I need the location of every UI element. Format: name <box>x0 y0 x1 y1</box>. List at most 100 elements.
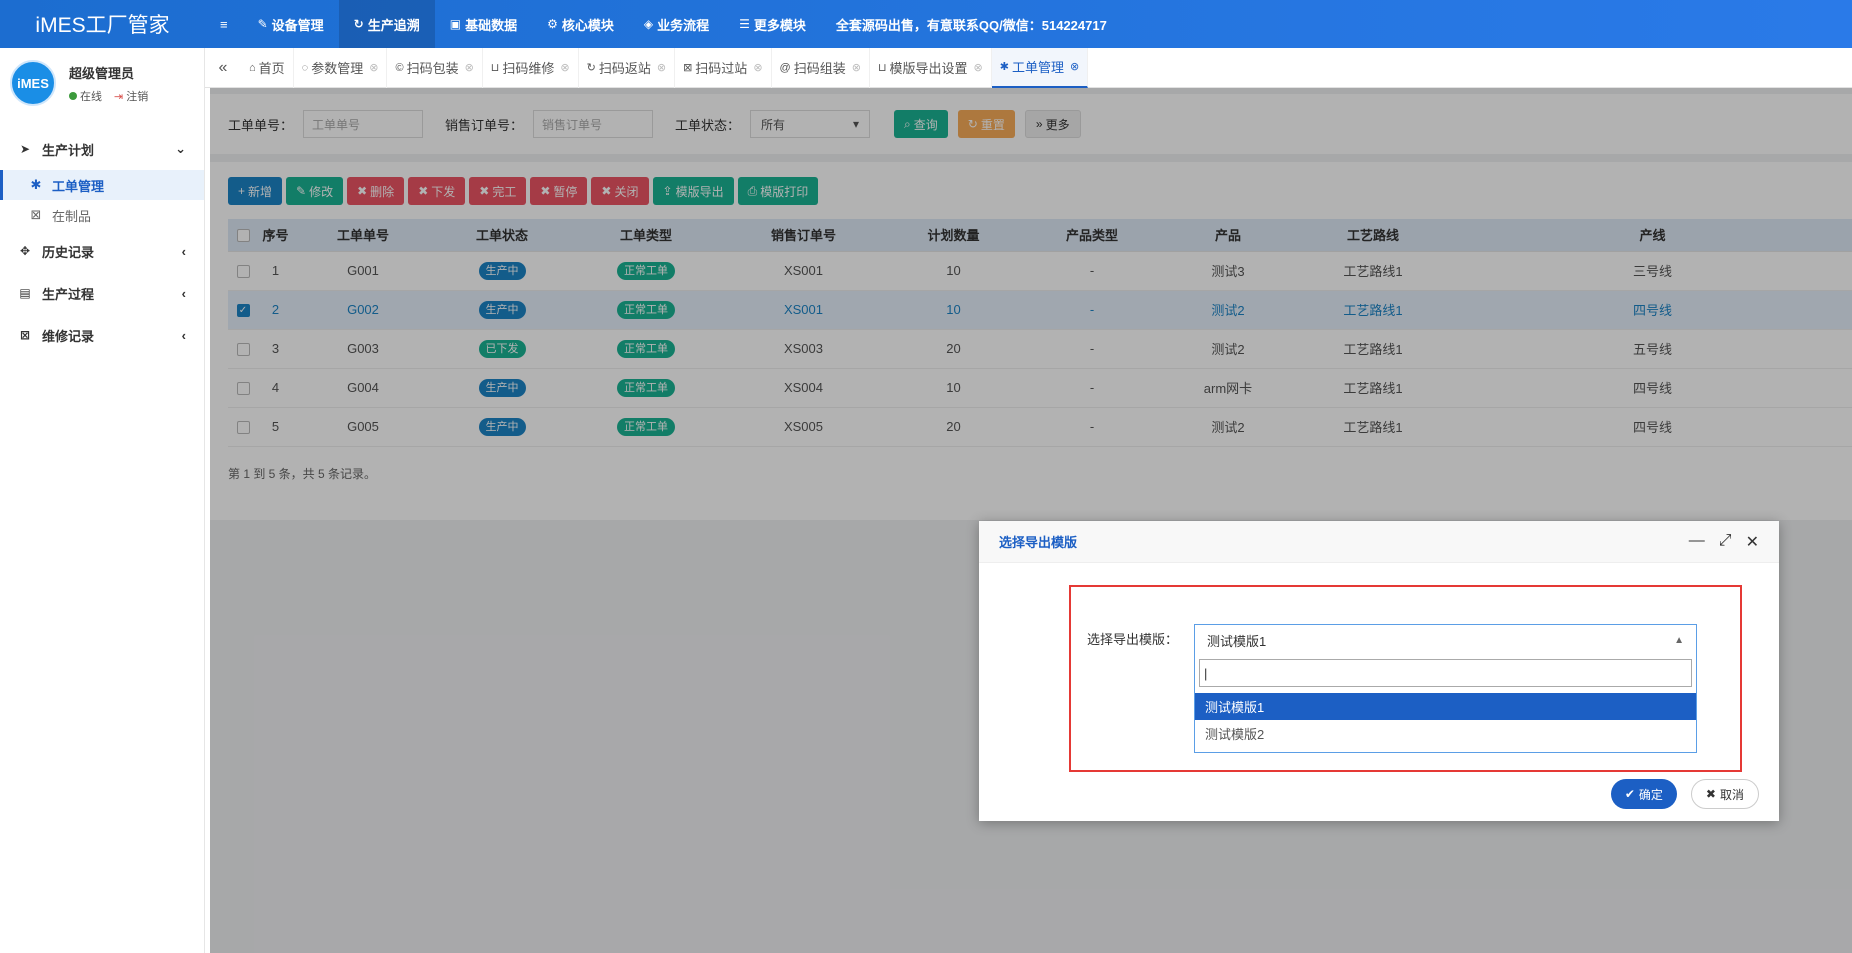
chevron-left-icon: ‹ <box>181 327 186 343</box>
caret-up-icon: ▲ <box>1674 634 1684 646</box>
top-nav-item-more[interactable]: ☰ 更多模块 <box>724 0 821 48</box>
confirm-button[interactable]: ✔ 确定 <box>1610 779 1677 809</box>
top-nav-item-flow[interactable]: ◈ 业务流程 <box>629 0 724 48</box>
dropdown-option[interactable]: 测试模版2 <box>1195 720 1696 747</box>
box-x-icon: ⊠ <box>30 207 42 222</box>
tab-label: 工单管理 <box>1011 60 1064 75</box>
top-nav-toggle[interactable]: ≡ <box>205 0 243 48</box>
logout-icon: ⇥ <box>114 90 124 103</box>
online-status: 在线 <box>69 88 102 104</box>
double-chevron-left-icon: « <box>218 58 228 76</box>
tab-close-icon[interactable]: ⊗ <box>560 61 569 74</box>
dialog-footer: ✔ 确定 ✖ 取消 <box>1610 779 1759 809</box>
top-nav-label: 设备管理 <box>271 17 324 33</box>
collapse-sidebar-button[interactable]: « <box>205 59 241 77</box>
maximize-icon[interactable]: ⤢ <box>1719 532 1732 552</box>
tab-repair[interactable]: ⊔ 扫码维修 ⊗ <box>483 47 579 88</box>
export-template-dialog: 选择导出模版 — ⤢ ✕ 选择导出模版： 测试模版1 ▲ | 测试模版1 测试模… <box>979 521 1779 821</box>
sidebar-group-plan[interactable]: ➤ 生产计划 ⌄ <box>0 128 204 170</box>
top-nav-item-core[interactable]: ⚙ 核心模块 <box>532 0 629 48</box>
tab-label: 扫码包装 <box>406 61 459 76</box>
close-icon: ✖ <box>1705 787 1716 801</box>
avatar: iMES <box>10 60 56 106</box>
top-nav-label: 生产追溯 <box>367 17 420 33</box>
sidebar-group-history[interactable]: ✥ 历史记录 ‹ <box>0 230 204 272</box>
close-box-icon: ⊠ <box>683 62 693 74</box>
user-info: 超级管理员 在线 ⇥ 注销 <box>69 63 148 104</box>
top-nav-label: 业务流程 <box>657 17 710 33</box>
logout-link[interactable]: ⇥ 注销 <box>114 88 148 104</box>
send-icon: ➤ <box>19 142 31 156</box>
tab-close-icon[interactable]: ⊗ <box>369 61 378 74</box>
tab-close-icon[interactable]: ⊗ <box>974 61 983 74</box>
chevron-left-icon: ‹ <box>181 243 186 259</box>
top-nav-item-device[interactable]: ✎ 设备管理 <box>243 0 339 48</box>
dropdown-search-input[interactable]: | <box>1199 659 1692 687</box>
cancel-button[interactable]: ✖ 取消 <box>1690 779 1759 809</box>
tab-export-settings[interactable]: ⊔ 模版导出设置 ⊗ <box>870 47 992 88</box>
id-card-icon: ▤ <box>19 286 31 300</box>
confirm-label: 确定 <box>1638 787 1663 802</box>
sidebar: iMES 超级管理员 在线 ⇥ 注销 ➤ 生产计划 ⌄ ✱ 工单管理 ⊠ 在制品 ✥ 历史… <box>0 48 205 953</box>
dialog-title: 选择导出模版 <box>999 535 1078 550</box>
sidebar-menu: ➤ 生产计划 ⌄ ✱ 工单管理 ⊠ 在制品 ✥ 历史记录 ‹ ▤ 生产过程 ‹ ⊠ 维修记录… <box>0 128 204 356</box>
template-dropdown: | 测试模版1 测试模版2 <box>1194 655 1697 753</box>
chevron-left-icon: ‹ <box>181 285 186 301</box>
tab-label: 首页 <box>258 61 285 76</box>
refresh-icon: ↻ <box>586 62 596 74</box>
tab-close-icon[interactable]: ⊗ <box>657 61 666 74</box>
tab-label: 扫码维修 <box>502 61 555 76</box>
cancel-label: 取消 <box>1719 787 1744 802</box>
sidebar-item-wip[interactable]: ⊠ 在制品 <box>0 200 204 230</box>
list-icon: ☰ <box>739 17 750 31</box>
tab-assemble[interactable]: @ 扫码组装 ⊗ <box>772 47 870 88</box>
app-logo[interactable]: iMES工厂管家 <box>0 9 205 39</box>
chevron-down-icon: ⌄ <box>175 141 186 156</box>
tab-pass[interactable]: ⊠ 扫码过站 ⊗ <box>675 47 772 88</box>
sidebar-group-process[interactable]: ▤ 生产过程 ‹ <box>0 272 204 314</box>
sidebar-group-label: 生产过程 <box>42 286 95 302</box>
bath-icon: ⊔ <box>490 62 500 74</box>
user-status-row: 在线 ⇥ 注销 <box>69 88 148 104</box>
menu-icon: ≡ <box>220 16 228 32</box>
template-select[interactable]: 测试模版1 ▲ <box>1194 624 1697 656</box>
sidebar-item-label: 工单管理 <box>52 178 105 194</box>
minimize-icon[interactable]: — <box>1689 532 1705 552</box>
home-icon: ⌂ <box>249 61 256 74</box>
top-nav-item-basic[interactable]: ▣ 基础数据 <box>435 0 532 48</box>
tab-bar: « ⌂ 首页 ◌ 参数管理 ⊗ © 扫码包装 ⊗ ⊔ 扫码维修 ⊗ ↻ 扫码返站 ⊗ ⊠ 扫码过站 ⊗… <box>205 47 1852 88</box>
dropdown-option[interactable]: 测试模版1 <box>1195 693 1696 720</box>
tab-close-icon[interactable]: ⊗ <box>753 61 762 74</box>
tab-close-icon[interactable]: ⊗ <box>852 61 861 74</box>
gear-icon: ⚙ <box>547 17 558 31</box>
top-nav: ≡ ✎ 设备管理 ↻ 生产追溯 ▣ 基础数据 ⚙ 核心模块 ◈ 业务流程 ☰ 更多模块 全套… <box>205 0 1122 48</box>
tab-work-order[interactable]: ✱ 工单管理 ⊗ <box>991 47 1089 88</box>
top-nav-item-trace[interactable]: ↻ 生产追溯 <box>338 0 435 48</box>
tab-params[interactable]: ◌ 参数管理 ⊗ <box>294 47 388 88</box>
logout-label: 注销 <box>126 90 149 103</box>
sidebar-group-label: 历史记录 <box>42 244 95 260</box>
pin-icon: ✎ <box>257 17 268 31</box>
user-name: 超级管理员 <box>69 65 135 81</box>
sidebar-group-repair[interactable]: ⊠ 维修记录 ‹ <box>0 314 204 356</box>
asterisk-icon: ✱ <box>999 61 1009 73</box>
sidebar-group-label: 维修记录 <box>42 328 95 344</box>
sidebar-item-label: 在制品 <box>52 208 92 224</box>
move-icon: ✥ <box>19 244 31 258</box>
online-label: 在线 <box>80 90 102 103</box>
tab-close-icon[interactable]: ⊗ <box>465 61 474 74</box>
sidebar-group-label: 生产计划 <box>42 142 95 158</box>
tab-pack[interactable]: © 扫码包装 ⊗ <box>387 47 483 88</box>
tab-label: 扫码组装 <box>793 61 846 76</box>
dialog-header: 选择导出模版 — ⤢ ✕ <box>979 521 1779 563</box>
tab-return[interactable]: ↻ 扫码返站 ⊗ <box>579 47 676 88</box>
refresh-icon: ↻ <box>353 17 364 31</box>
close-icon[interactable]: ✕ <box>1746 532 1759 552</box>
text-cursor-icon: | <box>1204 665 1208 681</box>
template-field-label: 选择导出模版： <box>1087 632 1179 647</box>
bath-icon: ⊔ <box>877 62 887 74</box>
sidebar-item-work-order[interactable]: ✱ 工单管理 <box>0 170 204 200</box>
tab-close-icon[interactable]: ⊗ <box>1070 60 1079 73</box>
close-box-icon: ⊠ <box>19 328 31 342</box>
tab-home[interactable]: ⌂ 首页 <box>241 47 294 88</box>
